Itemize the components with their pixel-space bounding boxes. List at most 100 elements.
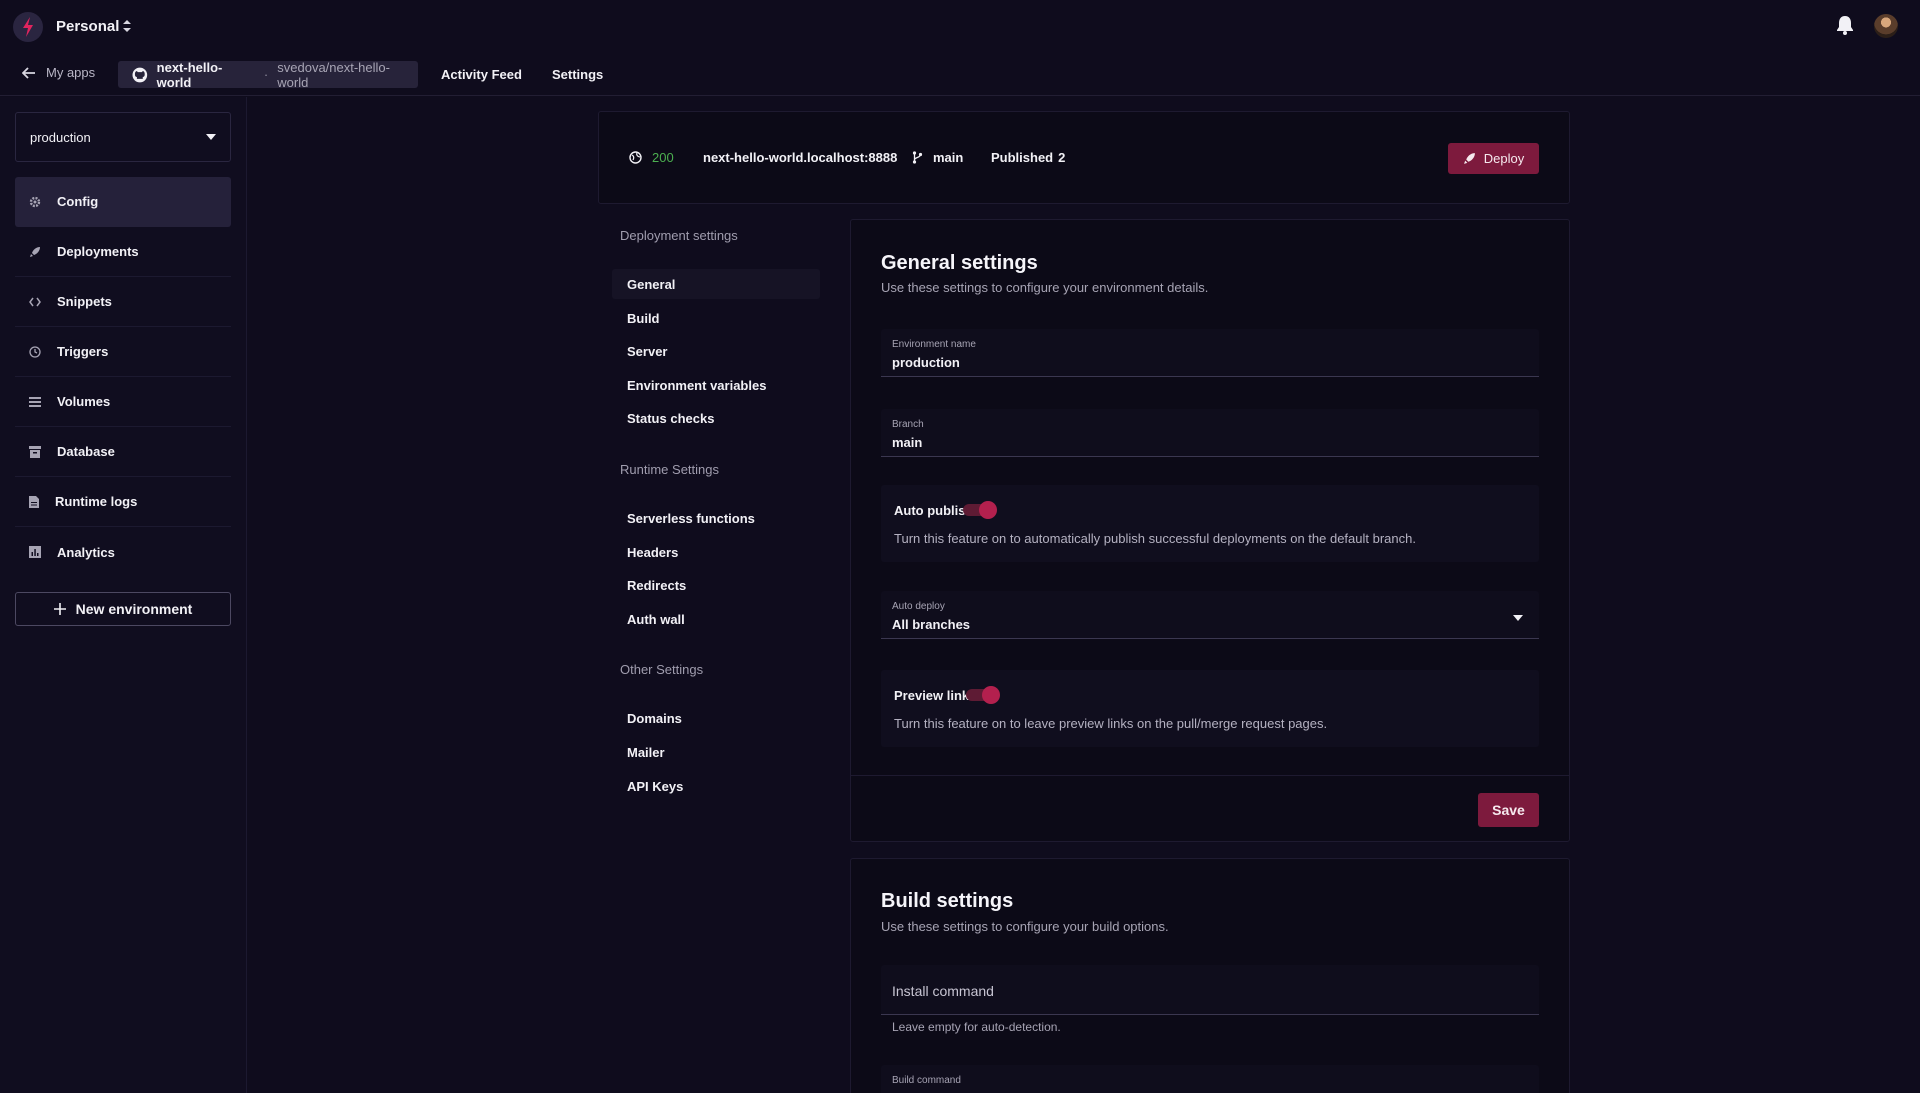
sidebar-item-snippets[interactable]: Snippets	[15, 277, 231, 327]
sidebar-item-label: Database	[57, 444, 115, 459]
repo-pill[interactable]: next-hello-world · svedova/next-hello-wo…	[118, 59, 418, 90]
sidebar-item-runtime-logs[interactable]: Runtime logs	[15, 477, 231, 527]
environment-select[interactable]: production	[15, 112, 231, 162]
caret-down-icon	[206, 134, 216, 140]
avatar[interactable]	[1874, 14, 1898, 38]
sidebar-item-config[interactable]: Config	[15, 177, 231, 227]
auto-deploy-label: Auto deploy	[892, 601, 945, 612]
rocket-icon	[1463, 153, 1475, 164]
list-icon	[29, 396, 41, 407]
subnav-item-build[interactable]: Build	[612, 303, 820, 333]
preview-links-toggle[interactable]	[966, 686, 1000, 704]
switch-team-icon[interactable]	[122, 19, 132, 33]
build-settings-panel: Build settings Use these settings to con…	[850, 858, 1570, 1093]
install-command-input[interactable]: Install command	[881, 965, 1539, 1015]
deploy-label: Deploy	[1483, 151, 1525, 166]
top-bar: Personal	[0, 0, 1920, 52]
sidebar-item-label: Deployments	[57, 244, 139, 259]
general-settings-panel: General settings Use these settings to c…	[850, 219, 1570, 842]
sidebar-item-label: Runtime logs	[55, 494, 138, 509]
environment-select-value: production	[30, 129, 91, 145]
logo[interactable]	[13, 12, 43, 42]
auto-deploy-select[interactable]: Auto deploy All branches	[881, 591, 1539, 639]
subnav-heading-other: Other Settings	[620, 662, 704, 677]
build-command-field[interactable]: Build command	[881, 1065, 1539, 1093]
sidebar: production Config Deployments Snippets T…	[0, 97, 247, 1093]
globe-icon	[629, 151, 642, 164]
tab-settings[interactable]: Settings	[552, 67, 603, 82]
build-settings-title: Build settings	[881, 890, 1014, 912]
app-nav-bar: My apps next-hello-world · svedova/next-…	[0, 52, 1920, 96]
branch-label: Branch	[892, 419, 924, 430]
panel-divider	[851, 775, 1569, 776]
subnav-item-mailer[interactable]: Mailer	[612, 737, 820, 767]
save-label: Save	[1492, 802, 1525, 818]
sidebar-item-triggers[interactable]: Triggers	[15, 327, 231, 377]
subnav-item-domains[interactable]: Domains	[612, 703, 820, 733]
auto-publish-setting: Auto publish Turn this feature on to aut…	[881, 485, 1539, 562]
new-environment-button[interactable]: New environment	[15, 592, 231, 626]
branch-name: main	[933, 150, 964, 165]
sidebar-item-volumes[interactable]: Volumes	[15, 377, 231, 427]
auto-publish-label: Auto publish	[894, 503, 974, 518]
subnav-item-auth-wall[interactable]: Auth wall	[612, 604, 820, 634]
sidebar-item-label: Snippets	[57, 294, 112, 309]
branch-icon	[912, 151, 923, 164]
team-name[interactable]: Personal	[56, 18, 119, 35]
install-command-placeholder: Install command	[892, 983, 994, 999]
subnav-heading-runtime: Runtime Settings	[620, 462, 719, 477]
build-command-label: Build command	[892, 1075, 961, 1086]
environment-name-field[interactable]: Environment name production	[881, 329, 1539, 377]
status-code-value: 200	[652, 150, 674, 165]
plus-icon	[53, 603, 66, 615]
deploy-button[interactable]: Deploy	[1448, 143, 1539, 174]
back-to-apps-link[interactable]: My apps	[22, 65, 95, 80]
sidebar-item-deployments[interactable]: Deployments	[15, 227, 231, 277]
subnav-item-status-checks[interactable]: Status checks	[612, 403, 820, 433]
sidebar-item-label: Analytics	[57, 544, 115, 560]
document-icon	[29, 495, 39, 508]
sidebar-item-database[interactable]: Database	[15, 427, 231, 477]
bell-icon[interactable]	[1836, 15, 1854, 35]
subnav-item-api-keys[interactable]: API Keys	[612, 771, 820, 801]
subnav-heading-deployment: Deployment settings	[620, 228, 738, 243]
auto-publish-toggle[interactable]	[963, 501, 997, 519]
subnav-item-headers[interactable]: Headers	[612, 537, 820, 567]
chart-icon	[29, 546, 41, 558]
sidebar-item-label: Config	[57, 194, 99, 209]
branch-info[interactable]: main	[912, 150, 963, 165]
caret-down-icon	[1513, 615, 1523, 621]
auto-publish-description: Turn this feature on to automatically pu…	[894, 531, 1416, 546]
subnav-item-redirects[interactable]: Redirects	[612, 570, 820, 600]
environment-domain-link[interactable]: next-hello-world.localhost:8888	[703, 150, 897, 165]
subnav-item-general[interactable]: General	[612, 269, 820, 299]
sidebar-item-label: Triggers	[57, 344, 109, 359]
sidebar-item-analytics[interactable]: Analytics	[15, 527, 231, 577]
subnav-item-environment-variables[interactable]: Environment variables	[612, 370, 820, 400]
archive-icon	[29, 445, 41, 458]
published-info: Published 2	[991, 150, 1065, 165]
environment-name-label: Environment name	[892, 339, 976, 350]
rocket-icon	[30, 246, 40, 257]
repo-path: svedova/next-hello-world	[277, 59, 390, 90]
bolt-icon	[23, 17, 33, 37]
repo-name: next-hello-world	[156, 59, 223, 90]
branch-value: main	[892, 435, 923, 450]
back-label: My apps	[46, 65, 96, 80]
new-environment-label: New environment	[75, 601, 193, 617]
sidebar-item-label: Volumes	[57, 394, 111, 409]
published-label: Published	[991, 150, 1054, 165]
branch-field[interactable]: Branch main	[881, 409, 1539, 457]
build-settings-subtitle: Use these settings to configure your bui…	[881, 919, 1169, 934]
preview-links-label: Preview links	[894, 688, 977, 703]
environment-name-value: production	[892, 355, 960, 370]
repo-separator: ·	[263, 67, 269, 82]
auto-deploy-value: All branches	[892, 617, 971, 632]
tab-activity-feed[interactable]: Activity Feed	[441, 67, 522, 82]
subnav-item-serverless-functions[interactable]: Serverless functions	[612, 503, 820, 533]
environment-status-card: 200 next-hello-world.localhost:8888 main…	[598, 111, 1570, 204]
arrow-left-icon	[22, 66, 35, 79]
published-count: 2	[1058, 150, 1066, 165]
save-button[interactable]: Save	[1478, 793, 1539, 827]
subnav-item-server[interactable]: Server	[612, 336, 820, 366]
